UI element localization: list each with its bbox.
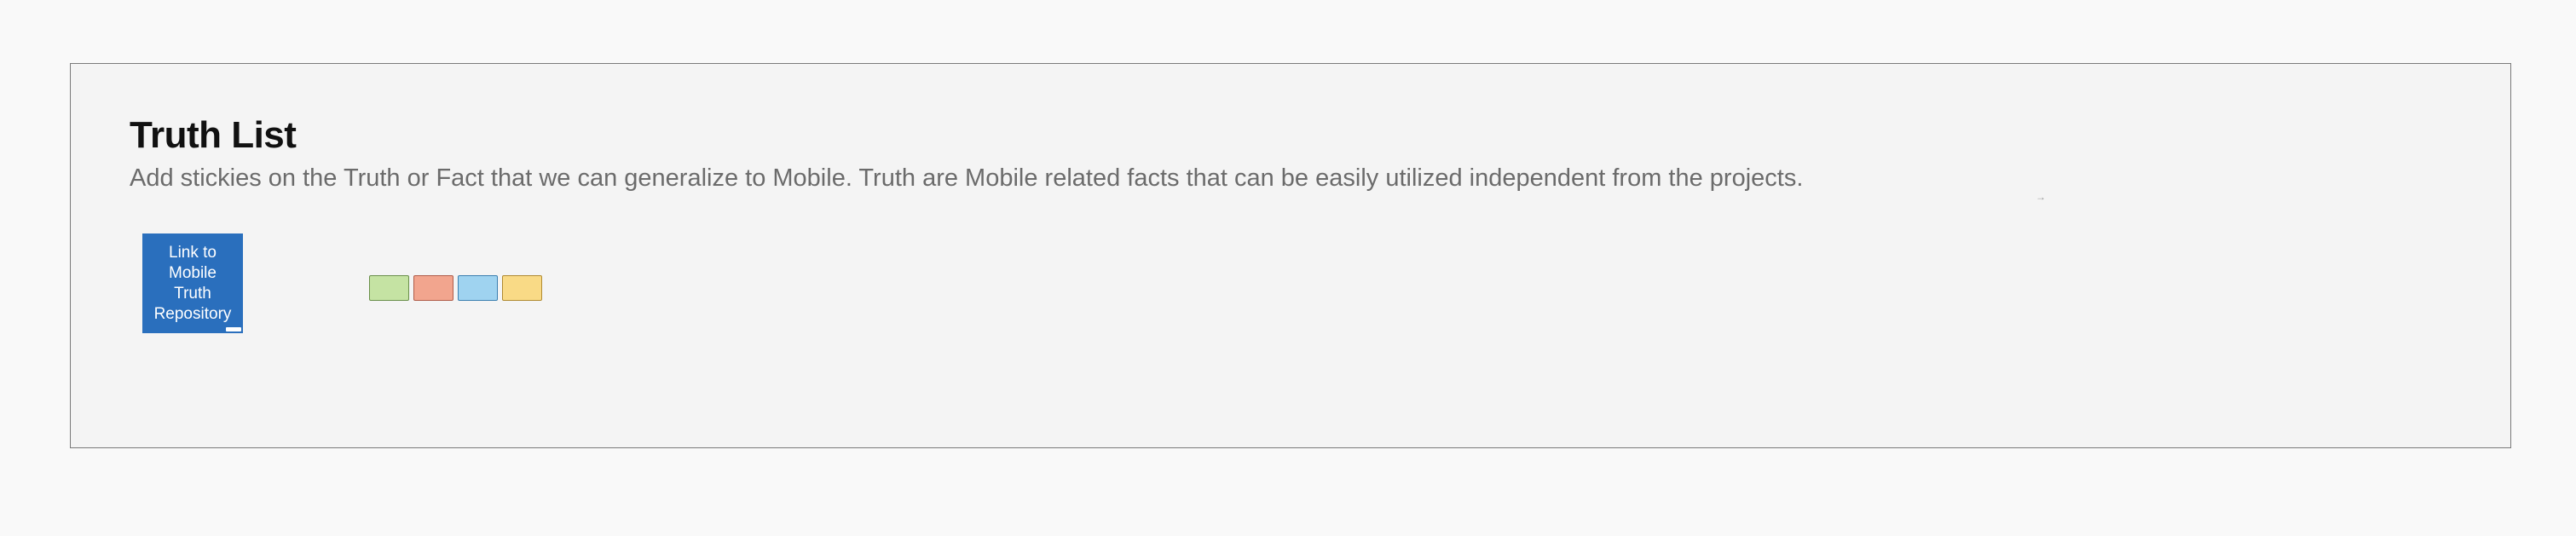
sticky-note-green[interactable] <box>369 275 409 301</box>
arrow-icon: → <box>2036 191 2046 203</box>
sticky-note-blue[interactable] <box>458 275 498 301</box>
frame-subtitle: Add stickies on the Truth or Fact that w… <box>130 164 1804 192</box>
link-badge-icon <box>226 327 241 331</box>
link-card-label: Link to Mobile Truth Repository <box>153 243 232 323</box>
frame-title: Truth List <box>130 114 297 156</box>
sticky-note-red[interactable] <box>413 275 453 301</box>
sticky-note-yellow[interactable] <box>502 275 542 301</box>
truth-list-frame[interactable] <box>70 63 2511 448</box>
mobile-truth-repository-link-card[interactable]: Link to Mobile Truth Repository <box>142 233 243 333</box>
